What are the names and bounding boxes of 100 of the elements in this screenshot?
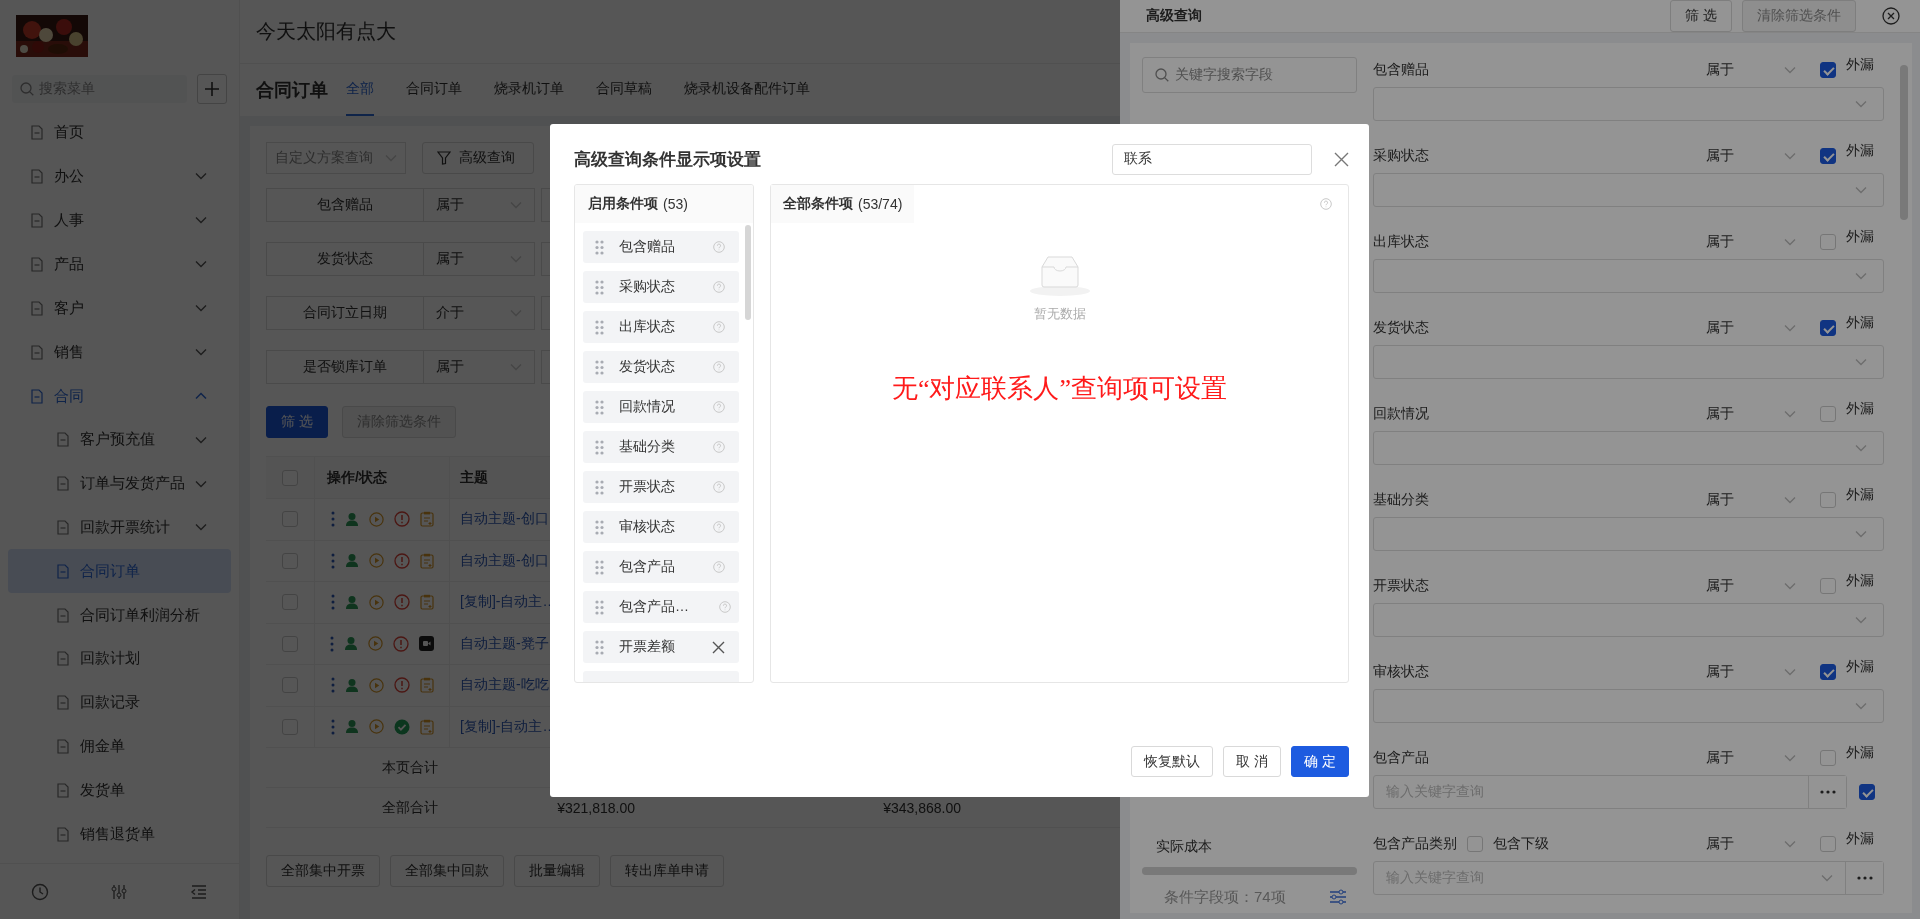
value-select[interactable] [1373,517,1885,551]
menu-item[interactable]: 订单与发货产品 [8,461,231,506]
condition-item[interactable]: 出库状态 [583,311,739,343]
more-vertical-icon[interactable] [330,677,335,694]
search-field[interactable]: 关键字搜索字段 [1142,57,1358,93]
checkbox[interactable] [1820,664,1837,680]
tab[interactable]: 全部 [346,64,374,116]
chevron-down-icon [1784,324,1797,332]
menu-item[interactable]: 人事 [8,198,231,242]
bulk-action-button[interactable]: 全部集中开票 [266,855,380,887]
menu-item[interactable]: 客户预充值 [8,418,231,462]
field-list-item[interactable]: 实际成本 [1142,829,1358,865]
confirm-button[interactable]: 确 定 [1291,746,1349,777]
menu-item[interactable]: 首页 [8,110,231,154]
value-select[interactable] [1373,173,1885,207]
clock-icon[interactable] [30,882,49,901]
subject-link[interactable]: 自动主题-凳子 [460,634,549,651]
filter-icon [437,151,451,165]
tab[interactable]: 烧录机订单 [494,64,564,116]
menu-item[interactable]: 产品 [8,242,231,286]
tab[interactable]: 合同订单 [406,64,462,116]
menu-item[interactable]: 销售 [8,330,231,374]
bulk-action-button[interactable]: 批量编辑 [514,855,600,887]
operator-select[interactable]: 属于 [1706,233,1797,251]
condition-item[interactable]: 开票差额 [583,631,739,663]
more-vertical-icon[interactable] [330,594,335,611]
scrollbar[interactable] [1900,65,1908,220]
menu-item[interactable]: 合同 [8,374,231,418]
operator-select[interactable]: 属于 [424,242,535,276]
value-select[interactable] [1373,689,1885,723]
value-select[interactable] [1373,345,1885,379]
tab[interactable]: 烧录机设备配件订单 [684,64,810,116]
add-button[interactable] [197,74,227,104]
operator-select[interactable]: 属于 [1706,835,1797,853]
tab[interactable]: 合同草稿 [596,64,652,116]
more-vertical-icon[interactable] [330,635,334,652]
menu-item[interactable]: 客户 [8,286,231,330]
restore-default-button[interactable]: 恢复默认 [1131,746,1214,777]
close-icon[interactable] [1882,7,1900,25]
checkbox[interactable] [1820,62,1837,78]
menu-item[interactable]: 发货单 [8,768,231,813]
menu-item[interactable]: 销售退货单 [8,812,231,856]
scrollbar[interactable] [1142,867,1358,875]
operator-select[interactable]: 属于 [1706,749,1797,767]
operator-select[interactable]: 属于 [1706,405,1797,423]
condition-item[interactable]: 基础分类 [583,431,739,463]
filter-field-label: 包含赠品 [266,188,424,222]
menu-item[interactable]: 佣金单 [8,724,231,769]
advanced-query-button[interactable]: 高级查询 [422,142,534,174]
drag-handle-icon [595,359,604,375]
menu-item[interactable]: 回款开票统计 [8,505,231,550]
search-field[interactable]: 联系 [1112,143,1312,175]
sliders-icon[interactable] [110,882,129,901]
operator-select[interactable]: 属于 [1706,61,1797,79]
condition-item[interactable]: 审核状态 [583,511,739,543]
operator-select[interactable]: 属于 [1706,491,1797,509]
subject-link[interactable]: 自动主题-吃吃 [460,676,549,693]
value-select[interactable] [1373,87,1885,121]
more-vertical-icon[interactable] [330,511,335,528]
condition-item[interactable]: 开票状态 [583,471,739,503]
checkbox[interactable] [1859,784,1876,800]
checkbox[interactable] [1820,320,1837,336]
checkbox[interactable] [1820,148,1837,164]
menu-item[interactable]: 合同订单 [8,549,231,594]
checkbox-label: 外漏 [1846,744,1875,762]
operator-select[interactable]: 介于 [424,296,535,330]
menu-item[interactable]: 合同订单利润分析 [8,593,231,637]
collapse-icon[interactable] [190,883,209,900]
document-icon [30,212,44,228]
operator-select[interactable]: 属于 [424,350,535,384]
condition-item[interactable]: 包含赠品 [583,231,739,263]
value-select[interactable] [1373,431,1885,465]
more-vertical-icon[interactable] [330,718,335,735]
filter-button[interactable]: 筛 选 [266,406,328,438]
menu-item[interactable]: 回款计划 [8,637,231,681]
cancel-button[interactable]: 取 消 [1223,746,1282,777]
value-select[interactable] [1373,259,1885,293]
condition-item[interactable]: 回款情况 [583,391,739,423]
condition-item[interactable]: 包含产品… [583,591,739,623]
chevron-down-icon [1784,410,1797,418]
menu-item[interactable]: 回款记录 [8,680,231,725]
sliders-icon[interactable] [1329,889,1348,905]
document-icon [56,520,70,535]
bulk-action-button[interactable]: 转出库单申请 [610,855,724,887]
close-icon[interactable] [1334,151,1349,167]
menu-item[interactable]: 办公 [8,154,231,198]
scrollbar[interactable] [745,225,751,320]
operator-select[interactable]: 属于 [1706,577,1797,595]
condition-item[interactable]: 包含产品 [583,551,739,583]
chevron-down-icon [1855,186,1868,194]
bulk-action-button[interactable]: 全部集中回款 [390,855,504,887]
operator-select[interactable]: 属于 [1706,319,1797,337]
operator-select[interactable]: 属于 [1706,663,1797,681]
condition-item[interactable]: 发货状态 [583,351,739,383]
operator-select[interactable]: 属于 [424,188,535,222]
more-vertical-icon[interactable] [330,552,335,569]
filter-button[interactable]: 筛 选 [1670,0,1732,32]
value-select[interactable] [1373,603,1885,637]
operator-select[interactable]: 属于 [1706,147,1797,165]
condition-item[interactable]: 采购状态 [583,271,739,303]
